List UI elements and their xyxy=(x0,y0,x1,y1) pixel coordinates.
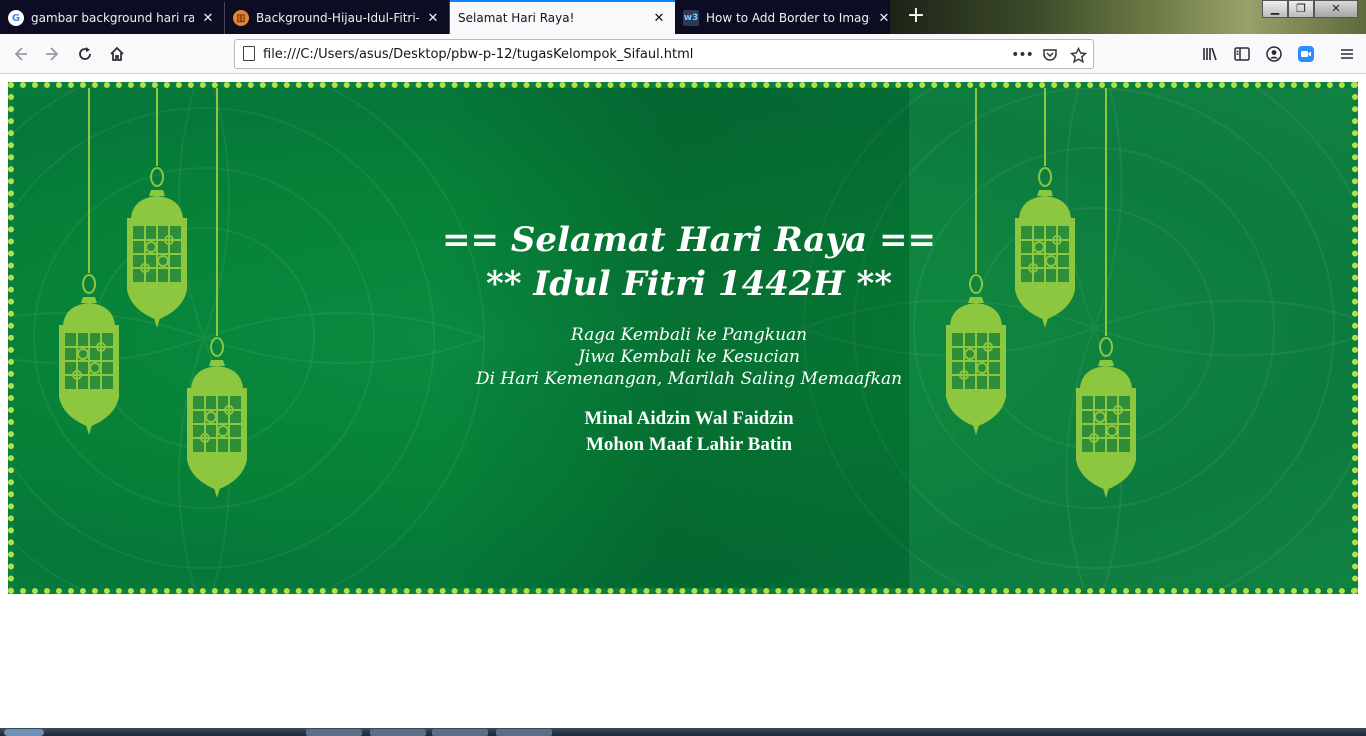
close-tab-icon[interactable]: ✕ xyxy=(651,11,667,26)
window-controls: ▁ ❐ ✕ xyxy=(1262,0,1358,18)
page-icon xyxy=(243,46,255,61)
tab-google-search[interactable]: G gambar background hari raya i ✕ xyxy=(0,2,225,34)
bookmark-star-icon[interactable] xyxy=(1067,44,1089,66)
taskbar-app[interactable] xyxy=(370,729,426,736)
w3schools-icon: w3 xyxy=(683,10,699,26)
account-icon[interactable] xyxy=(1259,39,1289,69)
close-tab-icon[interactable]: ✕ xyxy=(876,11,892,26)
close-tab-icon[interactable]: ✕ xyxy=(200,11,216,26)
verse-line: Jiwa Kembali ke Kesucian xyxy=(578,347,800,367)
taskbar-app[interactable] xyxy=(496,729,552,736)
greeting-card: == Selamat Hari Raya == ** Idul Fitri 14… xyxy=(8,82,1358,594)
taskbar-app[interactable] xyxy=(306,729,362,736)
back-icon[interactable] xyxy=(5,39,35,69)
forward-icon[interactable] xyxy=(38,39,68,69)
library-icon[interactable] xyxy=(1195,39,1225,69)
close-window-button[interactable]: ✕ xyxy=(1314,0,1358,18)
tab-w3schools[interactable]: w3 How to Add Border to Image in ✕ xyxy=(675,2,900,34)
tab-strip: G gambar background hari raya i ✕ ▥ Back… xyxy=(0,0,1366,34)
lanterns-left xyxy=(58,88,248,499)
sidebar-icon[interactable] xyxy=(1227,39,1257,69)
url-text[interactable]: file:///C:/Users/asus/Desktop/pbw-p-12/t… xyxy=(263,47,693,62)
verse-line: Di Hari Kemenangan, Marilah Saling Memaa… xyxy=(475,369,903,389)
os-taskbar xyxy=(0,728,1366,736)
greeting-title-line-2: ** Idul Fitri 1442H ** xyxy=(485,264,893,304)
greeting-text-block: == Selamat Hari Raya == ** Idul Fitri 14… xyxy=(434,218,944,458)
tab-background-image[interactable]: ▥ Background-Hijau-Idul-Fitri-14 ✕ xyxy=(225,2,450,34)
minimize-button[interactable]: ▁ xyxy=(1262,0,1288,18)
zoom-extension-icon[interactable] xyxy=(1291,39,1321,69)
navigation-toolbar: file:///C:/Users/asus/Desktop/pbw-p-12/t… xyxy=(0,34,1366,74)
pocket-icon[interactable] xyxy=(1039,44,1061,66)
greeting-title-line-1: == Selamat Hari Raya == xyxy=(442,220,936,260)
image-icon: ▥ xyxy=(233,10,249,26)
taskbar-app[interactable] xyxy=(432,729,488,736)
url-bar[interactable]: file:///C:/Users/asus/Desktop/pbw-p-12/t… xyxy=(234,39,1094,69)
close-tab-icon[interactable]: ✕ xyxy=(425,11,441,26)
reload-icon[interactable] xyxy=(70,39,100,69)
verse-line: Raga Kembali ke Pangkuan xyxy=(570,325,808,345)
google-icon: G xyxy=(8,10,24,26)
restore-button[interactable]: ❐ xyxy=(1288,0,1314,18)
closing-line: Minal Aidzin Wal Faidzin xyxy=(584,408,794,429)
closing-line: Mohon Maaf Lahir Batin xyxy=(585,434,793,455)
menu-icon[interactable] xyxy=(1332,39,1362,69)
home-icon[interactable] xyxy=(102,39,132,69)
page-actions-button[interactable]: ••• xyxy=(1011,44,1034,66)
tab-selamat-hari-raya[interactable]: Selamat Hari Raya! ✕ xyxy=(450,0,675,34)
new-tab-button[interactable]: + xyxy=(903,4,929,30)
start-button[interactable] xyxy=(4,729,44,736)
